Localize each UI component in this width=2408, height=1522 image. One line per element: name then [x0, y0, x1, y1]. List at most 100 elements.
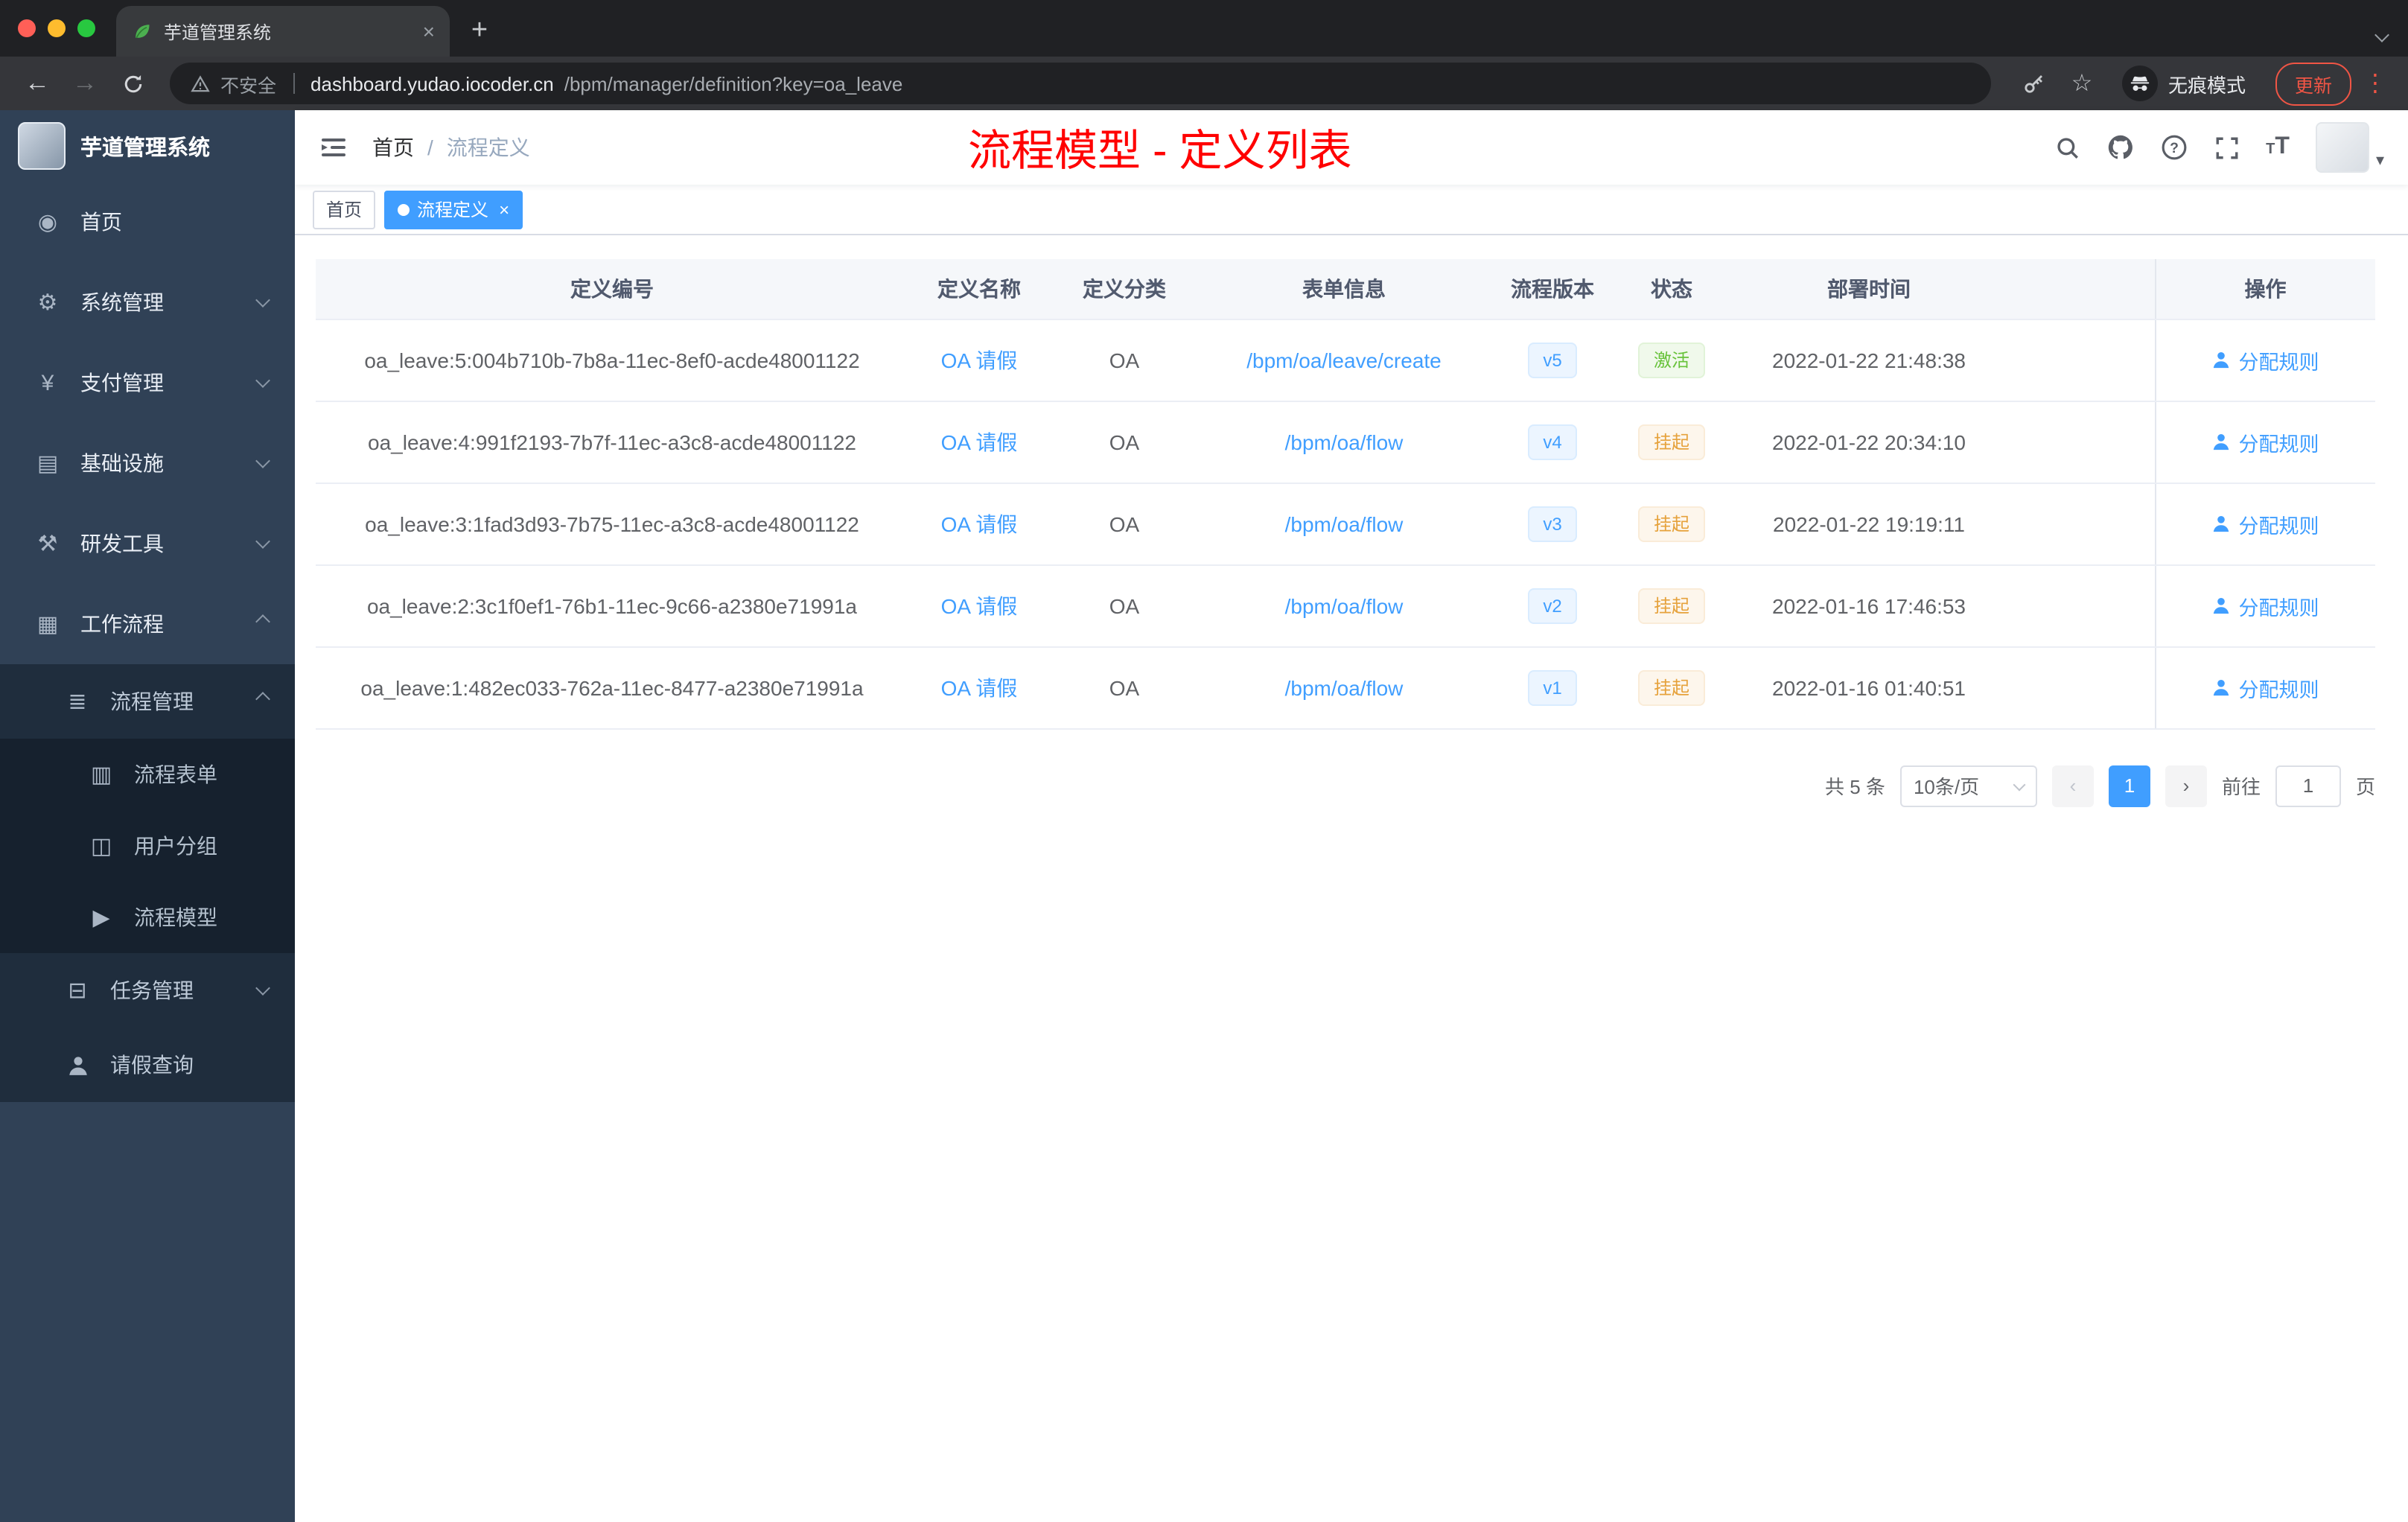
sidebar-item-payment-management[interactable]: ¥ 支付管理	[0, 343, 295, 423]
sidebar-logo[interactable]: 芋道管理系统	[0, 110, 295, 182]
user-group-icon: ◫	[90, 834, 112, 859]
status-tag: 挂起	[1638, 588, 1704, 623]
definition-id: oa_leave:1:482ec033-762a-11ec-8477-a2380…	[316, 646, 908, 729]
definition-id: oa_leave:5:004b710b-7b8a-11ec-8ef0-acde4…	[316, 319, 908, 401]
sidebar-item-process-form[interactable]: ▥ 流程表单	[0, 739, 295, 810]
chevron-down-icon	[255, 293, 270, 308]
status-tag: 挂起	[1638, 669, 1704, 705]
chevron-up-icon	[255, 614, 270, 629]
forward-button[interactable]: →	[66, 69, 104, 98]
sidebar-item-label: 研发工具	[80, 532, 164, 555]
column-header: 定义分类	[1050, 259, 1199, 319]
incognito-label: 无痕模式	[2167, 74, 2246, 96]
fullscreen-icon[interactable]	[2214, 135, 2239, 160]
breadcrumb-home[interactable]: 首页	[372, 133, 414, 162]
column-header: 流程版本	[1489, 259, 1616, 319]
sidebar-item-leave-query[interactable]: 请假查询	[0, 1028, 295, 1102]
tab-strip: 芋道管理系统 × +	[0, 0, 2408, 57]
sidebar-item-task-management[interactable]: ⊟ 任务管理	[0, 953, 295, 1028]
person-icon	[60, 1054, 95, 1076]
tag-close-icon[interactable]: ×	[499, 199, 509, 220]
person-icon	[2212, 432, 2232, 451]
person-icon	[2212, 350, 2232, 369]
help-icon[interactable]: ?	[2160, 134, 2187, 161]
assign-rule-link[interactable]: 分配规则	[2212, 427, 2319, 456]
column-header: 部署时间	[1727, 259, 2010, 319]
incognito-badge: 无痕模式	[2121, 66, 2246, 101]
prev-page-button[interactable]: ‹	[2051, 765, 2094, 806]
maximize-window-button[interactable]	[77, 19, 95, 37]
sidebar-item-system-management[interactable]: ⚙ 系统管理	[0, 262, 295, 343]
definition-name-link[interactable]: OA 请假	[941, 512, 1018, 535]
sidebar-item-infrastructure[interactable]: ▤ 基础设施	[0, 423, 295, 503]
form-info-link[interactable]: /bpm/oa/leave/create	[1246, 348, 1442, 372]
sidebar-item-label: 工作流程	[80, 612, 164, 636]
tab-close-icon[interactable]: ×	[423, 19, 435, 43]
assign-rule-link[interactable]: 分配规则	[2212, 345, 2319, 375]
hamburger-icon[interactable]	[319, 131, 351, 164]
avatar	[2316, 122, 2370, 173]
page-size-select[interactable]: 10条/页	[1899, 765, 2037, 806]
sidebar-item-label: 支付管理	[80, 371, 164, 395]
sidebar-item-label: 流程模型	[134, 905, 217, 929]
tag-home[interactable]: 首页	[313, 190, 376, 229]
tab-search-chevron-icon[interactable]	[2374, 21, 2389, 48]
navbar-actions: ? TT ▾	[2054, 122, 2384, 173]
new-tab-button[interactable]: +	[459, 10, 500, 52]
definition-name-link[interactable]: OA 请假	[941, 348, 1018, 372]
reload-button[interactable]	[113, 64, 152, 103]
minimize-window-button[interactable]	[48, 19, 66, 37]
definition-name-link[interactable]: OA 请假	[941, 430, 1018, 453]
goto-page-input[interactable]	[2275, 765, 2341, 806]
user-menu[interactable]: ▾	[2316, 122, 2384, 173]
assign-rule-link[interactable]: 分配规则	[2212, 590, 2319, 620]
form-info-link[interactable]: /bpm/oa/flow	[1285, 512, 1404, 535]
github-icon[interactable]	[2106, 134, 2133, 161]
sidebar-item-home[interactable]: ◉ 首页	[0, 182, 295, 262]
tag-process-definition[interactable]: 流程定义 ×	[384, 190, 523, 229]
deploy-time: 2022-01-22 20:34:10	[1727, 401, 2010, 483]
assign-rule-link[interactable]: 分配规则	[2212, 672, 2319, 702]
password-key-icon[interactable]	[2015, 64, 2054, 103]
bookmark-star-icon[interactable]: ☆	[2063, 64, 2101, 103]
assign-rule-link[interactable]: 分配规则	[2212, 509, 2319, 538]
url-bar[interactable]: 不安全 dashboard.yudao.iocoder.cn /bpm/mana…	[170, 63, 1991, 104]
search-icon[interactable]	[2054, 135, 2080, 160]
current-page-button[interactable]: 1	[2108, 765, 2150, 806]
definition-name-link[interactable]: OA 请假	[941, 675, 1018, 699]
update-button[interactable]: 更新	[2275, 62, 2351, 105]
active-tag-dot	[398, 203, 410, 215]
back-button[interactable]: ←	[18, 69, 57, 98]
sidebar-item-dev-tools[interactable]: ⚒ 研发工具	[0, 503, 295, 584]
sidebar-item-process-model[interactable]: ▶ 流程模型	[0, 882, 295, 953]
sidebar-item-workflow[interactable]: ▦ 工作流程	[0, 584, 295, 664]
definition-name-link[interactable]: OA 请假	[941, 593, 1018, 617]
form-info-link[interactable]: /bpm/oa/flow	[1285, 675, 1404, 699]
breadcrumb: 首页 / 流程定义	[372, 133, 530, 162]
gear-icon: ⚙	[37, 290, 58, 316]
tab-title: 芋道管理系统	[164, 22, 272, 42]
form-info-link[interactable]: /bpm/oa/flow	[1285, 593, 1404, 617]
sidebar-item-user-group[interactable]: ◫ 用户分组	[0, 810, 295, 882]
content-area: 定义编号 定义名称 定义分类 表单信息 流程版本 状态 部署时间 操作 oa_leave:5:…	[295, 235, 2408, 1522]
column-header: 定义编号	[316, 259, 908, 319]
font-size-icon[interactable]: TT	[2266, 134, 2290, 161]
close-window-button[interactable]	[18, 19, 36, 37]
app-navbar: 首页 / 流程定义 流程模型 - 定义列表 ? TT ▾	[295, 110, 2408, 185]
browser-tab[interactable]: 芋道管理系统 ×	[116, 6, 450, 57]
chevron-down-icon	[2013, 777, 2026, 791]
security-label[interactable]: 不安全	[220, 69, 276, 98]
browser-menu-icon[interactable]: ⋮	[2360, 69, 2390, 98]
table-row: oa_leave:1:482ec033-762a-11ec-8477-a2380…	[316, 646, 2375, 729]
traffic-lights	[0, 0, 116, 57]
sidebar: 芋道管理系统 ◉ 首页 ⚙ 系统管理 ¥ 支付管理 ▤ 基础设施 ⚒ 研发工具 ▦ 工作流程 ≣ 流程管理…	[0, 110, 295, 1522]
caret-down-icon: ▾	[2375, 152, 2384, 170]
next-page-button[interactable]: ›	[2165, 765, 2207, 806]
process-management-icon: ≣	[68, 690, 87, 715]
pagination: 共 5 条 10条/页 ‹ 1 › 前往 页	[316, 765, 2375, 806]
sidebar-item-process-management[interactable]: ≣ 流程管理	[0, 664, 295, 739]
form-info-link[interactable]: /bpm/oa/flow	[1285, 430, 1404, 453]
infrastructure-icon: ▤	[36, 451, 59, 477]
gap-column	[2010, 259, 2155, 319]
sidebar-item-label: 系统管理	[80, 290, 164, 314]
